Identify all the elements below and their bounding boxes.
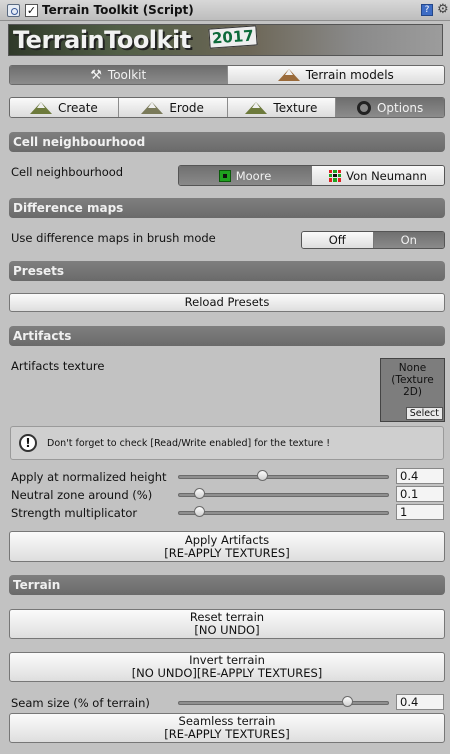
tools-icon: ⚒ (90, 67, 102, 83)
texture-icon (245, 101, 268, 114)
mountain-icon (29, 101, 52, 114)
enable-checkbox[interactable]: ✓ (25, 4, 38, 17)
invert-terrain-button[interactable]: Invert terrain [NO UNDO][RE-APPLY TEXTUR… (9, 652, 445, 682)
texture-select-button[interactable]: Select (405, 407, 443, 420)
seam-size-value-field[interactable]: 0.4 (396, 694, 444, 710)
reload-presets-button[interactable]: Reload Presets (9, 293, 445, 312)
reset-terrain-button[interactable]: Reset terrain [NO UNDO] (9, 609, 445, 639)
tab-create-label: Create (57, 100, 98, 115)
slider-label-neutral: Neutral zone around (%) (11, 488, 153, 502)
tab-toolkit-label: Toolkit (107, 68, 147, 82)
gear-icon[interactable]: ⚙ (437, 2, 449, 17)
apply-artifacts-line1: Apply Artifacts (184, 532, 270, 547)
section-cell-neighbourhood[interactable]: Cell neighbourhood (9, 132, 445, 152)
help-icon[interactable]: ? (421, 4, 433, 16)
artifacts-texture-slot[interactable]: None (Texture 2D) Select (380, 358, 445, 422)
neutral-value-field[interactable]: 0.1 (396, 486, 444, 502)
slider-strength[interactable] (178, 506, 389, 517)
banner-year: 2017 (208, 25, 258, 49)
options-icon (356, 100, 371, 115)
section-difference-maps[interactable]: Difference maps (9, 198, 445, 218)
difference-off-option[interactable]: Off (302, 232, 374, 248)
tab-options-label: Options (376, 100, 424, 115)
erode-icon (141, 101, 164, 114)
artifacts-texture-label: Artifacts texture (11, 359, 105, 373)
toolkit-banner: TerrainToolkit 2017 (8, 24, 443, 56)
slider-label-height: Apply at normalized height (11, 470, 167, 484)
section-presets[interactable]: Presets (9, 261, 445, 281)
slider-track (178, 475, 389, 479)
slider-thumb[interactable] (194, 488, 206, 499)
moore-icon (218, 169, 231, 182)
tab-toolkit[interactable]: ⚒ Toolkit (10, 66, 228, 84)
von-neumann-option[interactable]: Von Neumann (311, 166, 444, 185)
component-title: Terrain Toolkit (Script) (42, 3, 194, 17)
apply-artifacts-line2: [RE-APPLY TEXTURES] (164, 545, 290, 560)
slider-track (178, 511, 389, 515)
info-box: ! Don't forget to check [Read/Write enab… (10, 426, 444, 460)
component-header: ✓ Terrain Toolkit (Script) ? ⚙ (0, 0, 450, 21)
slider-thumb[interactable] (341, 696, 353, 707)
slider-thumb[interactable] (194, 506, 206, 517)
banner-logo: TerrainToolkit (13, 26, 191, 54)
invert-terrain-line2: [NO UNDO][RE-APPLY TEXTURES] (131, 666, 323, 680)
sub-tabs: Create Erode Texture Options (9, 97, 445, 118)
texture-none-line2: (Texture (391, 374, 434, 386)
tab-terrain-models-label: Terrain models (305, 68, 394, 82)
height-value-field[interactable]: 0.4 (396, 468, 444, 484)
strength-value-field[interactable]: 1 (396, 504, 444, 520)
texture-none-line1: None (398, 362, 427, 374)
slider-thumb[interactable] (257, 470, 269, 481)
cell-neighbourhood-toggle: Moore Von Neumann (178, 165, 445, 186)
info-icon: ! (19, 434, 37, 452)
info-message: Don't forget to check [Read/Write enable… (47, 438, 331, 449)
seamless-terrain-button[interactable]: Seamless terrain [RE-APPLY TEXTURES] (9, 713, 445, 743)
reload-presets-label: Reload Presets (184, 295, 270, 309)
tab-texture-label: Texture (273, 100, 318, 115)
slider-label-strength: Strength multiplicator (11, 506, 138, 520)
slider-seam-size[interactable] (178, 696, 389, 707)
moore-option[interactable]: Moore (179, 166, 311, 185)
section-terrain[interactable]: Terrain (9, 575, 445, 595)
difference-on-option[interactable]: On (373, 232, 444, 248)
slider-track (178, 701, 389, 705)
script-icon (7, 4, 20, 17)
tab-erode-label: Erode (169, 100, 204, 115)
slider-height[interactable] (178, 470, 389, 481)
tab-texture[interactable]: Texture (227, 98, 337, 117)
texture-none-line3: 2D) (403, 386, 422, 398)
terrain-models-icon (277, 69, 300, 81)
von-neumann-icon (329, 169, 342, 182)
apply-artifacts-button[interactable]: Apply Artifacts [RE-APPLY TEXTURES] (9, 531, 445, 562)
seam-size-label: Seam size (% of terrain) (11, 696, 150, 710)
von-neumann-label: Von Neumann (346, 168, 427, 183)
difference-maps-label: Use difference maps in brush mode (11, 231, 216, 245)
seamless-terrain-line2: [RE-APPLY TEXTURES] (164, 727, 290, 741)
moore-label: Moore (235, 168, 272, 183)
difference-maps-toggle: Off On (301, 231, 445, 249)
tab-erode[interactable]: Erode (118, 98, 228, 117)
section-artifacts[interactable]: Artifacts (9, 326, 445, 346)
tab-options[interactable]: Options (336, 98, 444, 117)
cell-neighbourhood-label: Cell neighbourhood (11, 165, 124, 179)
reset-terrain-line2: [NO UNDO] (194, 623, 260, 637)
slider-neutral[interactable] (178, 488, 389, 499)
tab-terrain-models[interactable]: Terrain models (227, 66, 444, 84)
tab-create[interactable]: Create (10, 98, 119, 117)
main-tabs: ⚒ Toolkit Terrain models (9, 65, 445, 85)
slider-track (178, 493, 389, 497)
